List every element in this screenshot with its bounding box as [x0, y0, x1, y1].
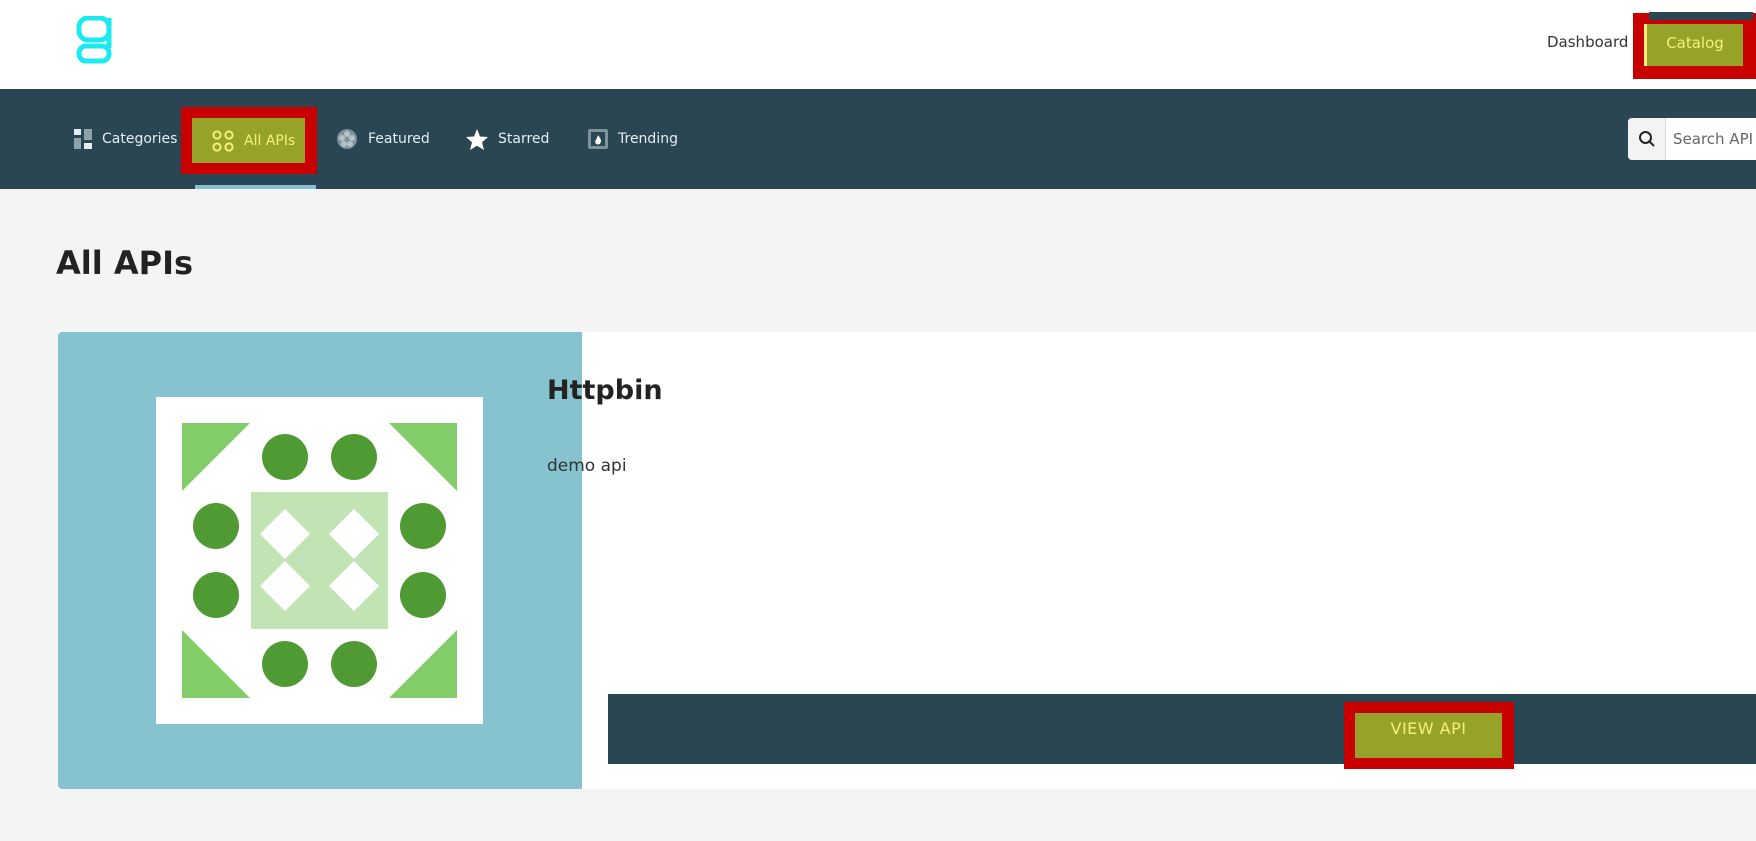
trending-icon [588, 129, 608, 149]
nav-label-trending: Trending [618, 131, 678, 147]
api-card-image [58, 332, 582, 789]
nav-label-featured: Featured [368, 131, 430, 147]
featured-icon [336, 128, 358, 150]
dashboard-link[interactable]: Dashboard [1547, 33, 1628, 51]
api-card-title[interactable]: Httpbin [547, 375, 663, 406]
identicon-image [156, 397, 483, 724]
nav-item-trending[interactable]: Trending [588, 89, 678, 189]
search-input[interactable] [1668, 118, 1756, 160]
nav-label-starred: Starred [498, 131, 550, 147]
catalog-button-shadow [1649, 12, 1753, 20]
catalog-button[interactable]: Catalog [1644, 24, 1743, 66]
nav-item-starred[interactable]: Starred [466, 89, 549, 189]
nav-label-categories: Categories [102, 131, 178, 147]
top-header: Dashboard [0, 0, 1756, 89]
nav-item-categories[interactable]: Categories [74, 89, 177, 189]
star-icon [466, 128, 488, 150]
logo-icon[interactable] [76, 16, 116, 64]
view-api-button[interactable]: VIEW API [1355, 713, 1502, 758]
api-card-description: demo api [547, 456, 627, 476]
api-card-footer [608, 694, 1756, 764]
nav-item-featured[interactable]: Featured [336, 89, 430, 189]
page-title: All APIs [56, 244, 194, 282]
nav-label-all-apis: All APIs [244, 132, 296, 149]
all-apis-icon [212, 129, 234, 153]
active-tab-indicator [195, 185, 316, 189]
search-icon[interactable] [1628, 118, 1666, 160]
nav-item-all-apis[interactable]: All APIs [192, 118, 305, 163]
search-box [1628, 118, 1756, 160]
categories-icon [74, 129, 92, 149]
